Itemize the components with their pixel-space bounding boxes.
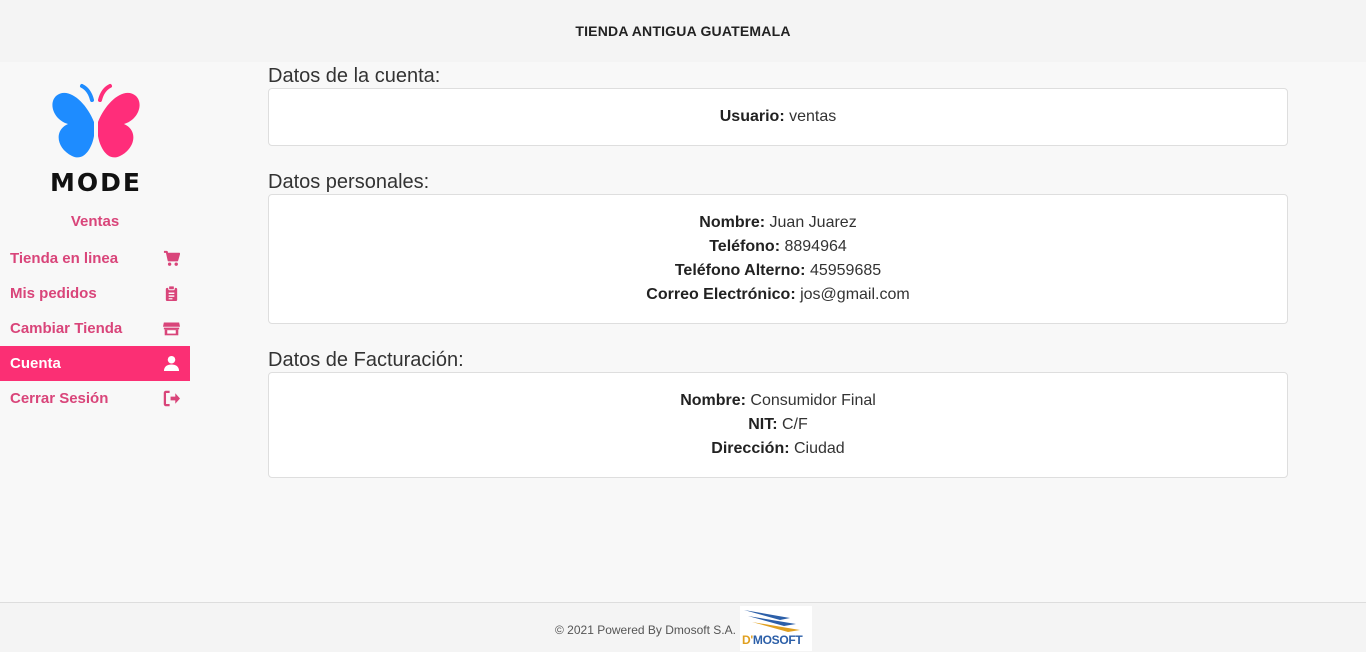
nit-label: NIT: xyxy=(748,416,778,433)
sidebar-item-cambiar-tienda[interactable]: Cambiar Tienda xyxy=(0,311,190,346)
billing-name-value: Consumidor Final xyxy=(750,392,876,409)
footer-text: © 2021 Powered By Dmosoft S.A. xyxy=(555,623,736,637)
logo-text: MODE xyxy=(50,168,142,197)
phone-label: Teléfono: xyxy=(709,238,781,255)
logo-rest: MOSOFT xyxy=(752,633,803,647)
personal-alt-phone-row: Teléfono Alterno: 45959685 xyxy=(269,259,1287,283)
billing-name-label: Nombre: xyxy=(680,392,746,409)
footer: © 2021 Powered By Dmosoft S.A. D'MOSOFT xyxy=(0,602,1366,652)
user-value: ventas xyxy=(789,108,837,125)
sidebar-item-label: Cambiar Tienda xyxy=(10,320,123,337)
user-label: Usuario: xyxy=(719,108,785,125)
sidebar-item-label: Mis pedidos xyxy=(10,285,97,302)
sidebar-nav: Tienda en linea Mis pedidos Cambiar Tien… xyxy=(0,241,190,416)
dmosoft-logo-text: D'MOSOFT xyxy=(742,633,803,647)
billing-name-row: Nombre: Consumidor Final xyxy=(269,389,1287,413)
phone-value: 8894964 xyxy=(784,238,847,255)
account-section-title: Datos de la cuenta: xyxy=(268,65,441,87)
sidebar-item-cuenta[interactable]: Cuenta xyxy=(0,346,190,381)
alt-phone-value: 45959685 xyxy=(809,262,882,279)
billing-address-row: Dirección: Ciudad xyxy=(269,437,1287,461)
personal-email-row: Correo Electrónico: jos@gmail.com xyxy=(269,283,1287,307)
email-label: Correo Electrónico: xyxy=(646,286,796,303)
name-label: Nombre: xyxy=(699,214,766,231)
personal-section-title: Datos personales: xyxy=(268,171,430,193)
butterfly-icon xyxy=(52,84,140,158)
dmosoft-wings-icon xyxy=(744,610,800,632)
logo-d: D' xyxy=(742,633,753,647)
nit-value: C/F xyxy=(782,416,808,433)
store-title: TIENDA ANTIGUA GUATEMALA xyxy=(575,23,791,39)
address-value: Ciudad xyxy=(794,440,845,457)
billing-card: Nombre: Consumidor Final NIT: C/F Direcc… xyxy=(268,372,1288,478)
account-card: Usuario: ventas xyxy=(268,88,1288,146)
user-icon xyxy=(162,355,180,373)
billing-nit-row: NIT: C/F xyxy=(269,413,1287,437)
clipboard-icon xyxy=(162,285,180,303)
name-value: Juan Juarez xyxy=(769,214,857,231)
sidebar: MODE Ventas Tienda en linea Mis pedidos … xyxy=(0,62,190,602)
top-bar: TIENDA ANTIGUA GUATEMALA xyxy=(0,0,1366,62)
alt-phone-label: Teléfono Alterno: xyxy=(674,262,806,279)
sidebar-item-label: Cuenta xyxy=(10,355,61,372)
role-label: Ventas xyxy=(70,213,120,230)
sign-out-icon xyxy=(162,390,180,408)
account-user-row: Usuario: ventas xyxy=(269,105,1287,129)
dmosoft-logo: D'MOSOFT xyxy=(740,606,812,651)
sidebar-item-label: Cerrar Sesión xyxy=(10,390,109,407)
address-label: Dirección: xyxy=(711,440,790,457)
billing-section-title: Datos de Facturación: xyxy=(268,349,464,371)
sidebar-item-cerrar-sesion[interactable]: Cerrar Sesión xyxy=(0,381,190,416)
mode-logo: MODE xyxy=(46,82,146,197)
personal-phone-row: Teléfono: 8894964 xyxy=(269,235,1287,259)
email-value: jos@gmail.com xyxy=(800,286,910,303)
personal-name-row: Nombre: Juan Juarez xyxy=(269,211,1287,235)
store-icon xyxy=(162,320,180,338)
sidebar-item-tienda-en-linea[interactable]: Tienda en linea xyxy=(0,241,190,276)
shopping-cart-icon xyxy=(162,250,180,268)
sidebar-item-mis-pedidos[interactable]: Mis pedidos xyxy=(0,276,190,311)
sidebar-item-label: Tienda en linea xyxy=(10,250,119,267)
personal-card: Nombre: Juan Juarez Teléfono: 8894964 Te… xyxy=(268,194,1288,324)
